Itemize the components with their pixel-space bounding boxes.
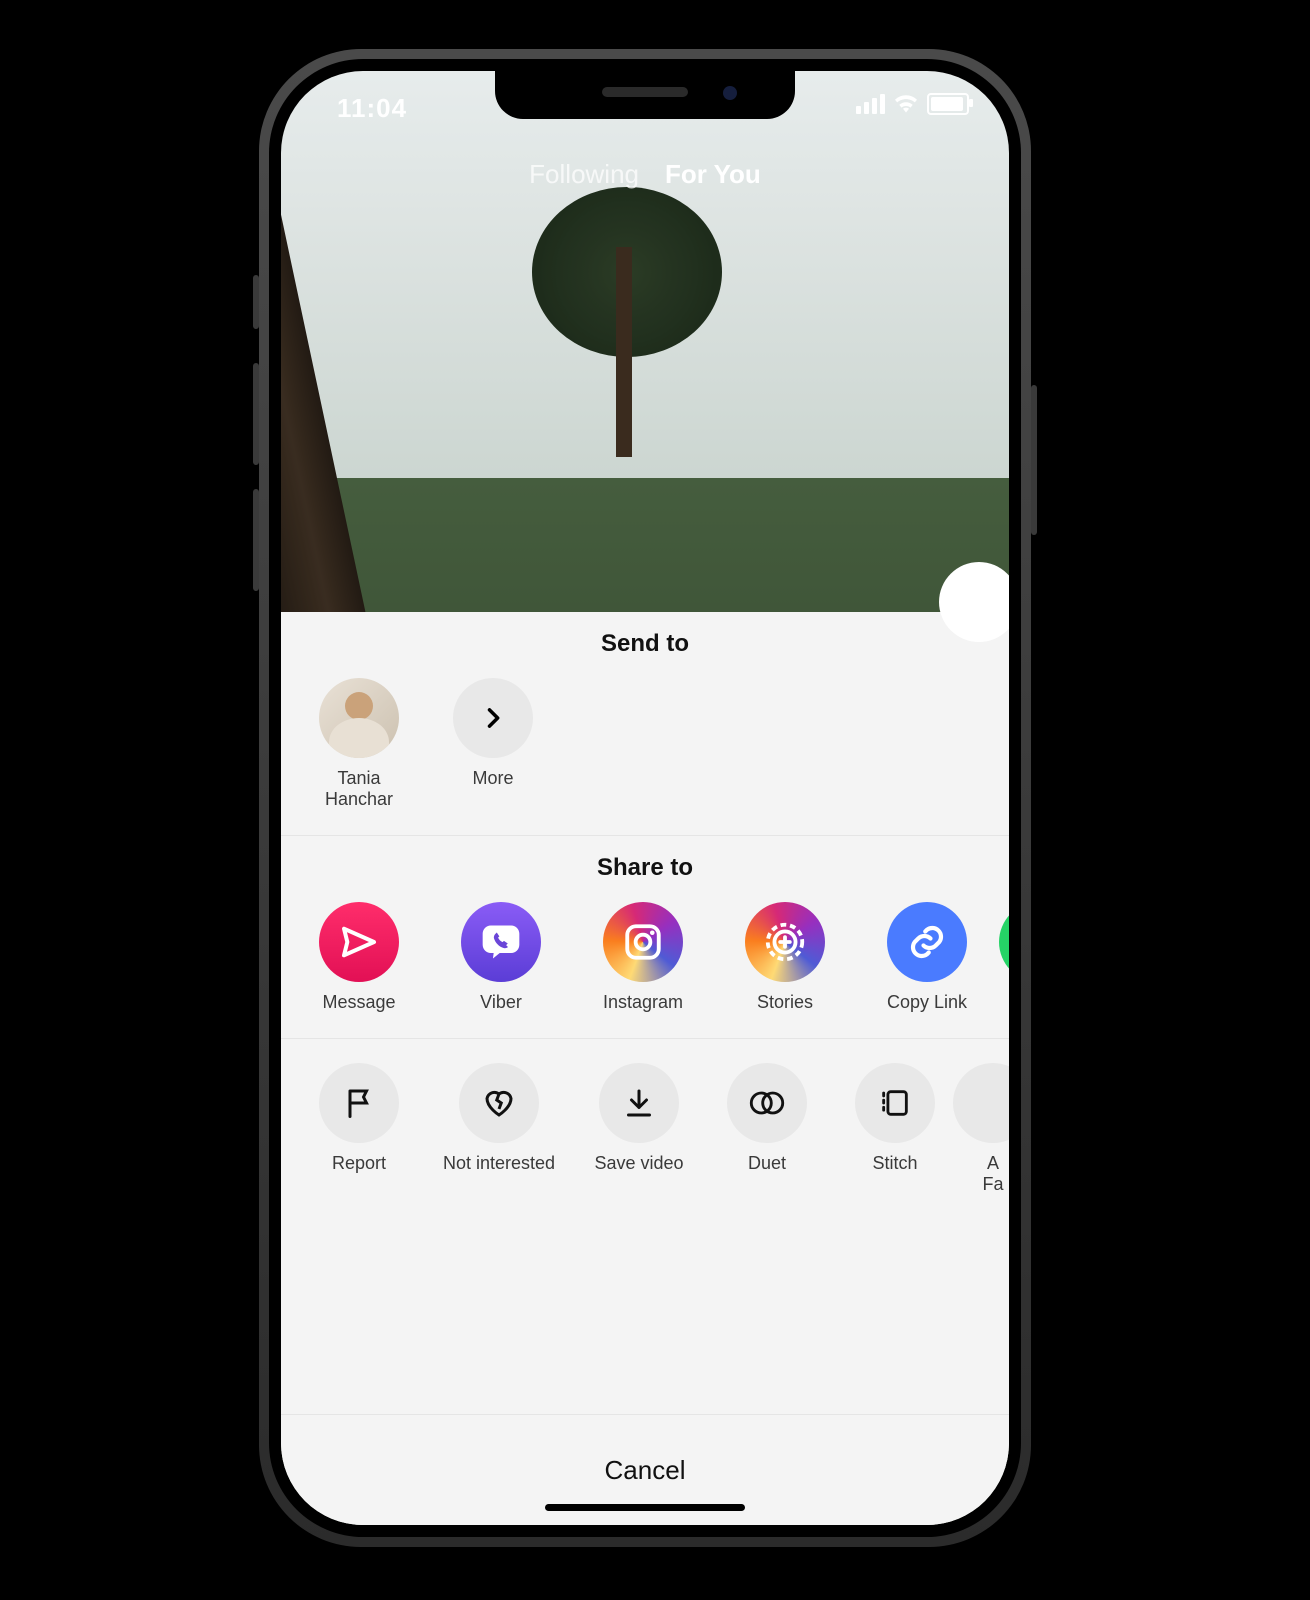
send-to-contact[interactable]: Tania Hanchar (309, 678, 409, 811)
tab-following[interactable]: Following (529, 159, 639, 190)
status-bar: 11:04 (281, 87, 1009, 127)
stitch-icon (855, 1063, 935, 1143)
favorite-icon (953, 1063, 1009, 1143)
phone-frame: 11:04 Following For You (259, 49, 1031, 1547)
avatar (319, 678, 399, 758)
actions-row[interactable]: Report Not interested Save (281, 1039, 1009, 1220)
battery-icon (927, 93, 969, 115)
download-icon (599, 1063, 679, 1143)
share-label: Copy Link (887, 992, 967, 1014)
action-label: Not interested (443, 1153, 555, 1175)
action-report[interactable]: Report (309, 1063, 409, 1196)
viber-icon (461, 902, 541, 982)
contact-name: Tania (337, 768, 380, 790)
action-not-interested[interactable]: Not interested (437, 1063, 561, 1196)
message-icon (319, 902, 399, 982)
more-label: More (472, 768, 513, 790)
side-button (253, 275, 259, 329)
whatsapp-icon (999, 902, 1009, 982)
action-label: A (987, 1153, 999, 1175)
action-stitch[interactable]: Stitch (845, 1063, 945, 1196)
send-to-title: Send to (281, 612, 1009, 668)
stories-icon (745, 902, 825, 982)
action-label: Stitch (872, 1153, 917, 1175)
share-message[interactable]: Message (309, 902, 409, 1014)
share-copy-link[interactable]: Copy Link (877, 902, 977, 1014)
screen: 11:04 Following For You (281, 71, 1009, 1525)
wifi-icon (893, 94, 919, 114)
home-indicator[interactable] (545, 1504, 745, 1511)
send-to-more[interactable]: More (443, 678, 543, 811)
link-icon (887, 902, 967, 982)
action-save-video[interactable]: Save video (589, 1063, 689, 1196)
share-to-title: Share to (281, 836, 1009, 892)
stage: 11:04 Following For You (0, 0, 1310, 1600)
tab-for-you[interactable]: For You (665, 159, 761, 190)
action-label: Report (332, 1153, 386, 1175)
cellular-icon (856, 94, 885, 114)
contact-name: Hanchar (325, 789, 393, 811)
action-button-peek (939, 562, 1009, 642)
action-favorite[interactable]: A Fa (973, 1063, 1009, 1196)
share-to-row[interactable]: Message Viber Instagram (281, 892, 1009, 1038)
share-label: Instagram (603, 992, 683, 1014)
share-instagram[interactable]: Instagram (593, 902, 693, 1014)
flag-icon (319, 1063, 399, 1143)
share-label: Message (322, 992, 395, 1014)
feed-tabs: Following For You (281, 159, 1009, 190)
phone-inner: 11:04 Following For You (269, 59, 1021, 1537)
action-duet[interactable]: Duet (717, 1063, 817, 1196)
side-button (253, 489, 259, 591)
action-label: Duet (748, 1153, 786, 1175)
share-label: Stories (757, 992, 813, 1014)
side-button (253, 363, 259, 465)
action-label: Save video (594, 1153, 683, 1175)
instagram-icon (603, 902, 683, 982)
duet-icon (727, 1063, 807, 1143)
broken-heart-icon (459, 1063, 539, 1143)
action-label: Fa (982, 1174, 1003, 1196)
status-time: 11:04 (337, 93, 407, 124)
share-sheet: Send to Tania Hanchar More (281, 612, 1009, 1525)
side-button (1031, 385, 1037, 535)
share-label: Viber (480, 992, 522, 1014)
send-to-row[interactable]: Tania Hanchar More (281, 668, 1009, 835)
share-stories[interactable]: Stories (735, 902, 835, 1014)
chevron-right-icon (453, 678, 533, 758)
share-viber[interactable]: Viber (451, 902, 551, 1014)
